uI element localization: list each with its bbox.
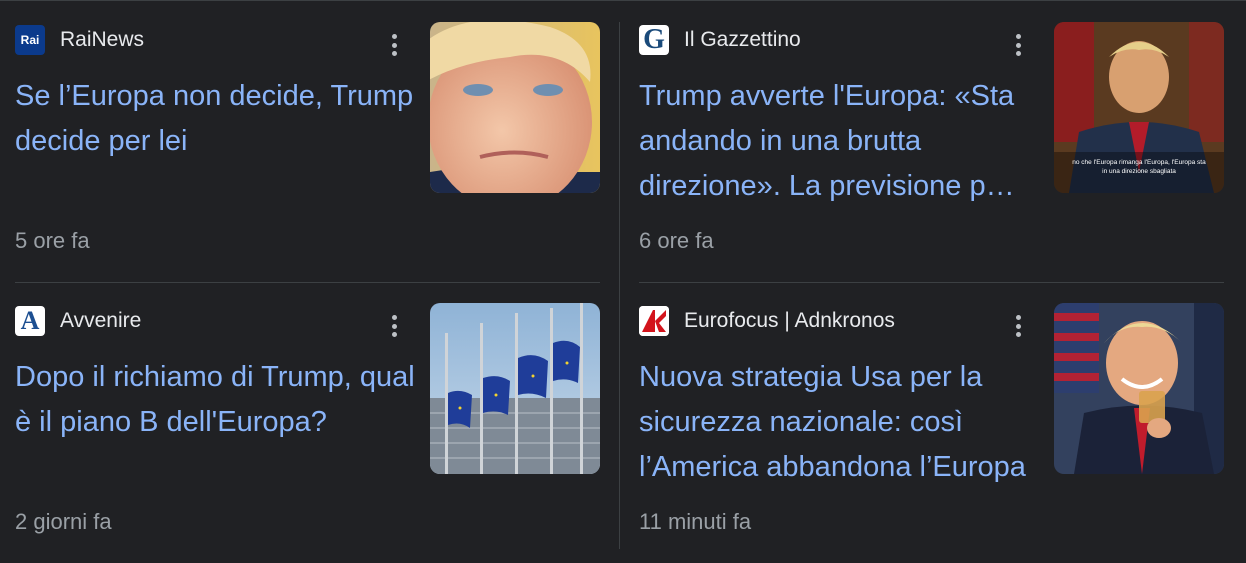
- video-caption-line1: no che l'Europa rimanga l'Europa, l'Euro…: [1072, 159, 1206, 166]
- source-name: Il Gazzettino: [684, 28, 801, 51]
- article-time: 5 ore fa: [15, 228, 90, 253]
- source-name: Eurofocus | Adnkronos: [684, 309, 895, 332]
- source-name: Avvenire: [60, 309, 142, 332]
- article-time: 11 minuti fa: [639, 509, 752, 534]
- news-card-gazzettino[interactable]: G Il Gazzettino Trump avverte l'Europa: …: [639, 22, 1229, 282]
- source-row: A Avvenire: [15, 303, 141, 339]
- article-thumbnail[interactable]: [430, 22, 600, 193]
- news-card-rainews[interactable]: Rai RaiNews Se l’Europa non decide, Trum…: [15, 22, 605, 282]
- more-options-icon[interactable]: [385, 30, 403, 60]
- article-title[interactable]: Trump avverte l'Europa: «Sta andando in …: [639, 74, 1039, 209]
- article-title[interactable]: Dopo il richiamo di Trump, qual è il pia…: [15, 355, 415, 445]
- article-thumbnail[interactable]: [430, 303, 600, 474]
- article-time: 2 giorni fa: [15, 509, 112, 534]
- article-title[interactable]: Nuova strategia Usa per la sicurezza naz…: [639, 355, 1039, 490]
- rainews-logo-icon: Rai: [15, 25, 45, 55]
- article-thumbnail[interactable]: [1054, 303, 1224, 474]
- more-options-icon[interactable]: [1009, 30, 1027, 60]
- adnkronos-logo-icon: [639, 306, 669, 336]
- avvenire-logo-icon: A: [15, 306, 45, 336]
- top-divider: [0, 0, 1246, 1]
- row-divider-left: [15, 282, 600, 283]
- row-divider-right: [639, 282, 1224, 283]
- article-title[interactable]: Se l’Europa non decide, Trump decide per…: [15, 74, 415, 164]
- article-thumbnail[interactable]: no che l'Europa rimanga l'Europa, l'Euro…: [1054, 22, 1224, 193]
- source-row: Rai RaiNews: [15, 22, 144, 58]
- adnkronos-logo-mark: [639, 306, 669, 336]
- more-options-icon[interactable]: [1009, 311, 1027, 341]
- news-card-avvenire[interactable]: A Avvenire Dopo il richiamo di Trump, qu…: [15, 303, 605, 563]
- video-caption-line2: in una direzione sbagliata: [1102, 168, 1176, 175]
- source-row: G Il Gazzettino: [639, 22, 801, 58]
- article-time: 6 ore fa: [639, 228, 714, 253]
- news-card-eurofocus[interactable]: Eurofocus | Adnkronos Nuova strategia Us…: [639, 303, 1229, 563]
- source-row: Eurofocus | Adnkronos: [639, 303, 895, 339]
- source-name: RaiNews: [60, 28, 145, 51]
- gazzettino-logo-icon: G: [639, 25, 669, 55]
- column-divider: [619, 22, 620, 549]
- more-options-icon[interactable]: [385, 311, 403, 341]
